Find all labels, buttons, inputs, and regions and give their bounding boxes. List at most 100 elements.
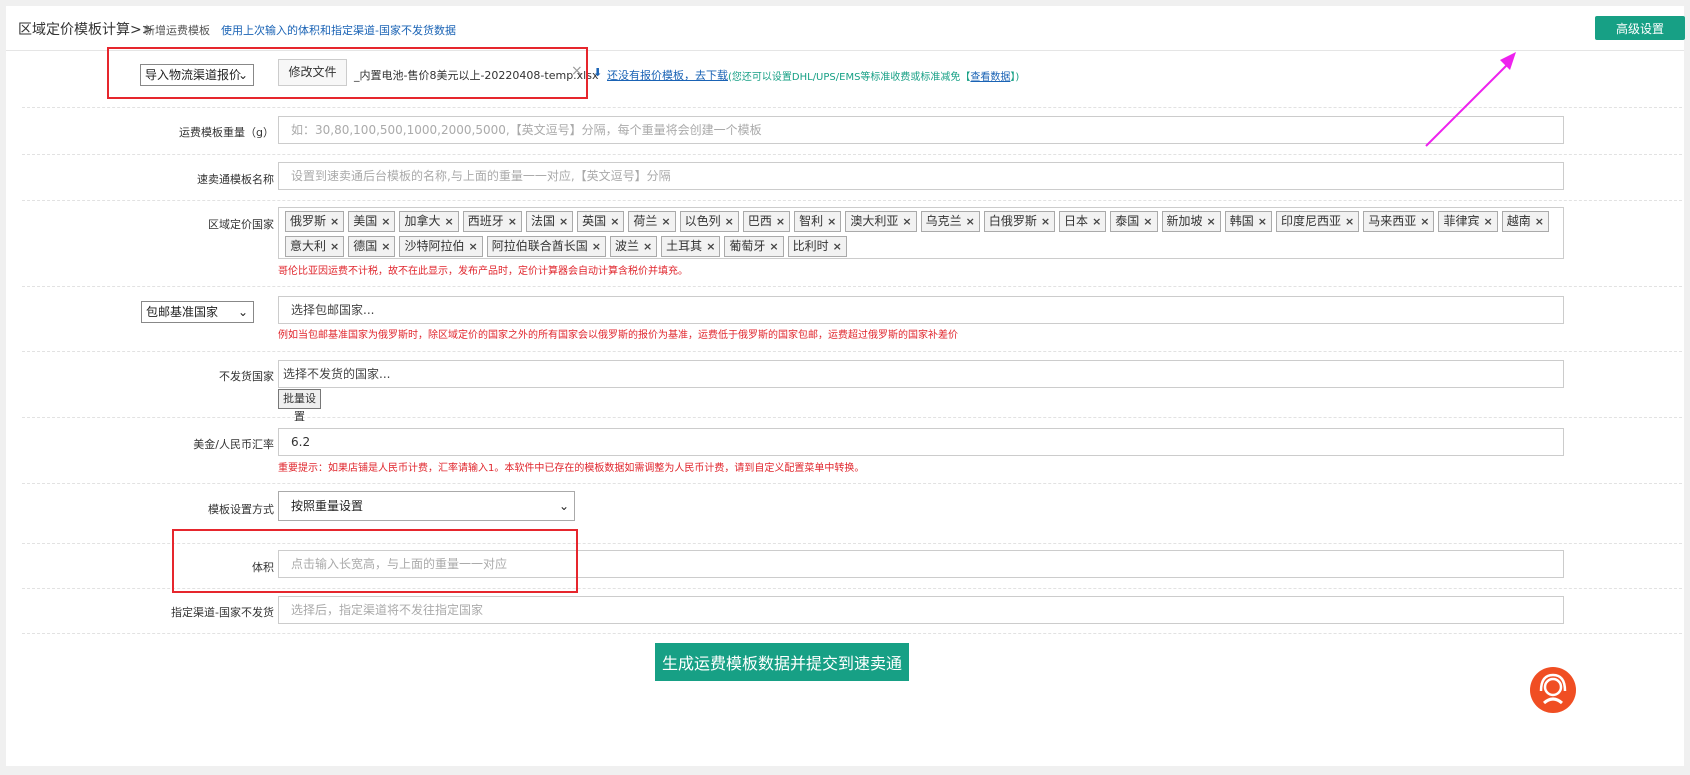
remove-tag-icon[interactable]: × <box>468 240 477 253</box>
pricing-countries-input[interactable]: 俄罗斯 × 美国 × 加拿大 × 西班牙 × 法国 × 英国 × 荷兰 × 以色列 × 巴西 × 智利 × 澳大利亚 × 乌… <box>278 207 1564 259</box>
remove-tag-icon[interactable]: × <box>827 215 836 228</box>
country-tag-label: 沙特阿拉伯 <box>404 239 465 253</box>
remove-tag-icon[interactable]: × <box>1345 215 1354 228</box>
country-tag[interactable]: 美国 × <box>348 211 396 232</box>
remove-tag-icon[interactable]: × <box>1041 215 1050 228</box>
remove-tag-icon[interactable]: × <box>1483 215 1492 228</box>
country-tag[interactable]: 智利 × <box>794 211 842 232</box>
country-tag-label: 新加坡 <box>1166 214 1203 228</box>
country-tag[interactable]: 意大利 × <box>285 236 345 257</box>
country-tag-label: 印度尼西亚 <box>1280 214 1341 228</box>
country-tag[interactable]: 泰国 × <box>1110 211 1158 232</box>
country-tag-label: 白俄罗斯 <box>988 214 1037 228</box>
remove-tag-icon[interactable]: × <box>592 240 601 253</box>
remove-tag-icon[interactable]: × <box>1420 215 1429 228</box>
country-tag[interactable]: 土耳其 × <box>661 236 721 257</box>
country-tag-label: 波兰 <box>614 239 639 253</box>
remove-tag-icon[interactable]: × <box>1092 215 1101 228</box>
tip-suffix: 】) <box>1010 72 1020 83</box>
remove-tag-icon[interactable]: × <box>1258 215 1267 228</box>
country-tag-label: 日本 <box>1064 214 1089 228</box>
freeship-country-input[interactable]: 选择包邮国家... <box>278 296 1564 324</box>
country-tag-label: 荷兰 <box>633 214 658 228</box>
country-tag[interactable]: 葡萄牙 × <box>724 236 784 257</box>
country-tag[interactable]: 以色列 × <box>679 211 739 232</box>
country-tag-label: 巴西 <box>747 214 772 228</box>
view-data-link[interactable]: 查看数据 <box>970 72 1010 83</box>
template-name-label: 速卖通模板名称 <box>197 173 274 186</box>
channel-noship-label: 指定渠道-国家不发货 <box>171 606 274 619</box>
country-tag[interactable]: 乌克兰 × <box>920 211 980 232</box>
remove-tag-icon[interactable]: × <box>610 215 619 228</box>
remove-tag-icon[interactable]: × <box>661 215 670 228</box>
country-tag-label: 德国 <box>353 239 378 253</box>
remove-tag-icon[interactable]: × <box>776 215 785 228</box>
country-tag[interactable]: 印度尼西亚 × <box>1275 211 1360 232</box>
channel-noship-input[interactable]: 选择后，指定渠道将不发往指定国家 <box>278 596 1564 624</box>
country-tag[interactable]: 澳大利亚 × <box>845 211 917 232</box>
remove-tag-icon[interactable]: × <box>1207 215 1216 228</box>
country-tag[interactable]: 韩国 × <box>1224 211 1272 232</box>
country-tag[interactable]: 波兰 × <box>609 236 658 257</box>
remove-tag-icon[interactable]: × <box>444 215 453 228</box>
remove-tag-icon[interactable]: × <box>769 240 778 253</box>
template-name-input[interactable]: 设置到速卖通后台模板的名称,与上面的重量一一对应,【英文逗号】分隔 <box>278 162 1564 190</box>
tip-prefix: (您还可以设置DHL/UPS/EMS等标准收费或标准减免【 <box>728 72 971 83</box>
country-tag[interactable]: 英国 × <box>577 211 625 232</box>
remove-tag-icon[interactable]: × <box>706 240 715 253</box>
country-tag-label: 美国 <box>353 214 378 228</box>
country-tag[interactable]: 阿拉伯联合酋长国 × <box>486 236 606 257</box>
submit-button[interactable]: 生成运费模板数据并提交到速卖通 <box>655 643 909 681</box>
remove-tag-icon[interactable]: × <box>833 240 842 253</box>
country-tag[interactable]: 沙特阿拉伯 × <box>399 236 483 257</box>
remove-tag-icon[interactable]: × <box>330 240 339 253</box>
remove-tag-icon[interactable]: × <box>966 215 975 228</box>
country-tag[interactable]: 比利时 × <box>787 236 847 257</box>
country-tag[interactable]: 新加坡 × <box>1161 211 1221 232</box>
colombia-hint: 哥伦比亚因运费不计税，故不在此显示，发布产品时，定价计算器会自动计算含税价并填充… <box>278 266 688 277</box>
freeship-select[interactable]: 包邮基准国家 ⌄ <box>141 301 254 323</box>
batch-settings-button[interactable]: 批量设置 <box>278 389 321 423</box>
country-tag[interactable]: 越南 × <box>1501 211 1549 232</box>
download-icon[interactable]: ⬇ <box>593 66 602 79</box>
annotation-box-volume <box>172 529 578 593</box>
remove-tag-icon[interactable]: × <box>381 240 390 253</box>
remove-tag-icon[interactable]: × <box>643 240 652 253</box>
exchange-rate-hint: 重要提示：如果店铺是人民币计费，汇率请输入1。本软件中已存在的模板数据如需调整为… <box>278 463 865 474</box>
support-fab[interactable] <box>1530 667 1576 713</box>
remove-tag-icon[interactable]: × <box>508 215 517 228</box>
country-tag[interactable]: 白俄罗斯 × <box>983 211 1056 232</box>
template-mode-select-value: 按照重量设置 <box>291 499 364 513</box>
exchange-rate-input[interactable]: 6.2 <box>278 428 1564 456</box>
weight-label: 运费模板重量（g） <box>179 126 274 139</box>
advanced-settings-button[interactable]: 高级设置 <box>1595 16 1685 40</box>
arrow-shaft <box>1425 61 1511 147</box>
weight-input[interactable]: 如：30,80,100,500,1000,2000,5000,【英文逗号】分隔，… <box>278 116 1564 144</box>
country-tag[interactable]: 巴西 × <box>742 211 791 232</box>
download-template-link[interactable]: 还没有报价模板，去下载 <box>607 67 728 83</box>
country-tag[interactable]: 日本 × <box>1059 211 1107 232</box>
country-tag[interactable]: 俄罗斯 × <box>285 211 345 232</box>
country-tag-label: 俄罗斯 <box>290 214 327 228</box>
remove-tag-icon[interactable]: × <box>330 215 339 228</box>
country-tag-label: 智利 <box>799 214 824 228</box>
country-tag[interactable]: 法国 × <box>525 211 574 232</box>
template-mode-select[interactable]: 按照重量设置 ⌄ <box>278 491 575 521</box>
remove-tag-icon[interactable]: × <box>725 215 734 228</box>
country-tag[interactable]: 加拿大 × <box>399 211 459 232</box>
country-tag[interactable]: 马来西亚 × <box>1363 211 1435 232</box>
country-tag[interactable]: 荷兰 × <box>628 211 676 232</box>
country-tag[interactable]: 德国 × <box>348 236 396 257</box>
country-tag[interactable]: 西班牙 × <box>462 211 522 232</box>
remove-tag-icon[interactable]: × <box>381 215 390 228</box>
remove-tag-icon[interactable]: × <box>902 215 911 228</box>
country-tag[interactable]: 菲律宾 × <box>1438 211 1498 232</box>
chevron-down-icon: ⌄ <box>558 499 569 513</box>
annotation-arrow <box>1425 52 1516 147</box>
noship-country-input[interactable]: 选择不发货的国家... <box>278 360 1564 388</box>
remove-tag-icon[interactable]: × <box>1143 215 1152 228</box>
remove-tag-icon[interactable]: × <box>1535 215 1544 228</box>
std-charge-tip: (您还可以设置DHL/UPS/EMS等标准收费或标准减免【查看数据】) <box>728 68 1019 83</box>
chevron-down-icon: ⌄ <box>237 305 248 319</box>
remove-tag-icon[interactable]: × <box>559 215 568 228</box>
